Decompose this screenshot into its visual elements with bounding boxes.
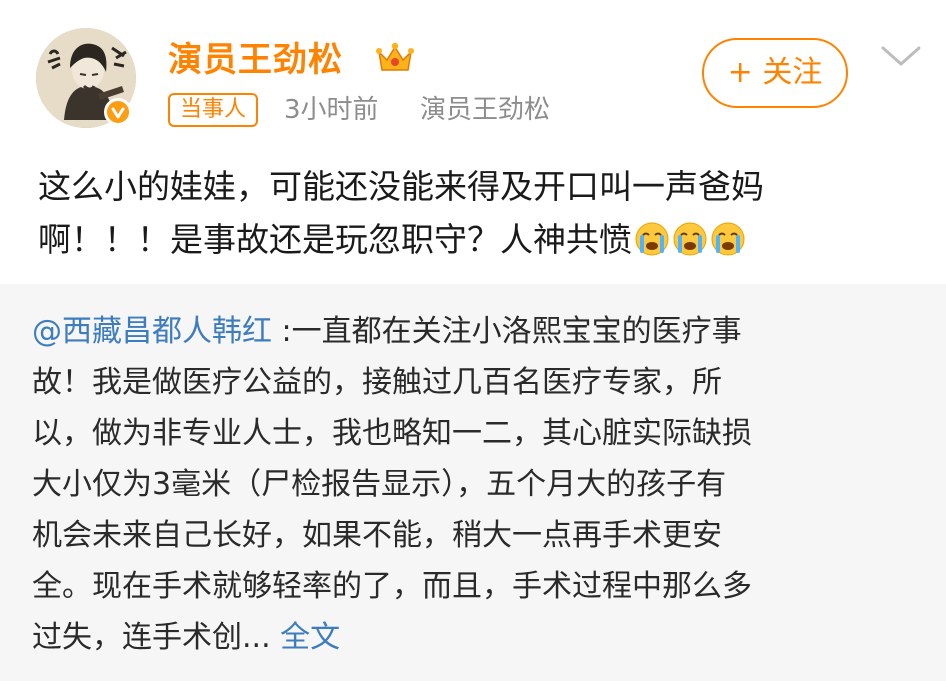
quote-line-text: 过失，连手术创... [32, 620, 271, 655]
participant-badge: 当事人 [168, 93, 259, 127]
post-content: 这么小的娃娃，可能还没能来得及开口叫一声爸妈 啊！！！是事故还是玩忽职守？人神共… [38, 160, 918, 266]
quote-line: @西藏昌都人韩红 :一直都在关注小洛熙宝宝的医疗事 [32, 306, 912, 357]
post-text-line: 啊！！！是事故还是玩忽职守？人神共愤 [38, 213, 918, 266]
crying-emoji-icon [711, 222, 745, 256]
quote-line: 过失，连手术创... 全文 [32, 612, 912, 663]
author-name[interactable]: 演员王劲松 [168, 40, 343, 80]
quoted-post[interactable]: @西藏昌都人韩红 :一直都在关注小洛熙宝宝的医疗事 故！我是做医疗公益的，接触过… [0, 284, 946, 681]
post-source: 演员王劲松 [420, 95, 551, 125]
crying-emoji-icon [673, 222, 707, 256]
quote-line: 全。现在手术就够轻率的了，而且，手术过程中那么多 [32, 569, 752, 604]
chevron-down-icon[interactable] [880, 44, 922, 68]
crown-icon [376, 42, 414, 71]
crying-emoji-icon [635, 222, 669, 256]
quote-line: 机会未来自己长好，如果不能，稍大一点再手术更安 [32, 518, 722, 553]
verified-badge-icon [104, 98, 132, 126]
full-text-link[interactable]: 全文 [280, 620, 340, 655]
quote-line: 以，做为非专业人士，我也略知一二，其心脏实际缺损 [32, 416, 752, 451]
weibo-post-card: 演员王劲松 当事人 3小时前 演员王劲松 + 关注 这么小的娃娃，可能还没能来得… [0, 0, 946, 681]
quote-line: 大小仅为3毫米（尸检报告显示），五个月大的孩子有 [32, 467, 727, 502]
quoted-post-text: @西藏昌都人韩红 :一直都在关注小洛熙宝宝的医疗事 故！我是做医疗公益的，接触过… [32, 306, 912, 663]
quote-line-text: :一直都在关注小洛熙宝宝的医疗事 [272, 314, 742, 349]
post-text-segment: 啊！！！是事故还是玩忽职守？人神共愤 [38, 220, 632, 259]
post-text-line: 这么小的娃娃，可能还没能来得及开口叫一声爸妈 [38, 167, 764, 206]
mention-link[interactable]: @西藏昌都人韩红 [32, 314, 272, 349]
quote-line: 故！我是做医疗公益的，接触过几百名医疗专家，所 [32, 365, 722, 400]
post-time: 3小时前 [284, 95, 379, 125]
follow-button[interactable]: + 关注 [702, 38, 848, 108]
